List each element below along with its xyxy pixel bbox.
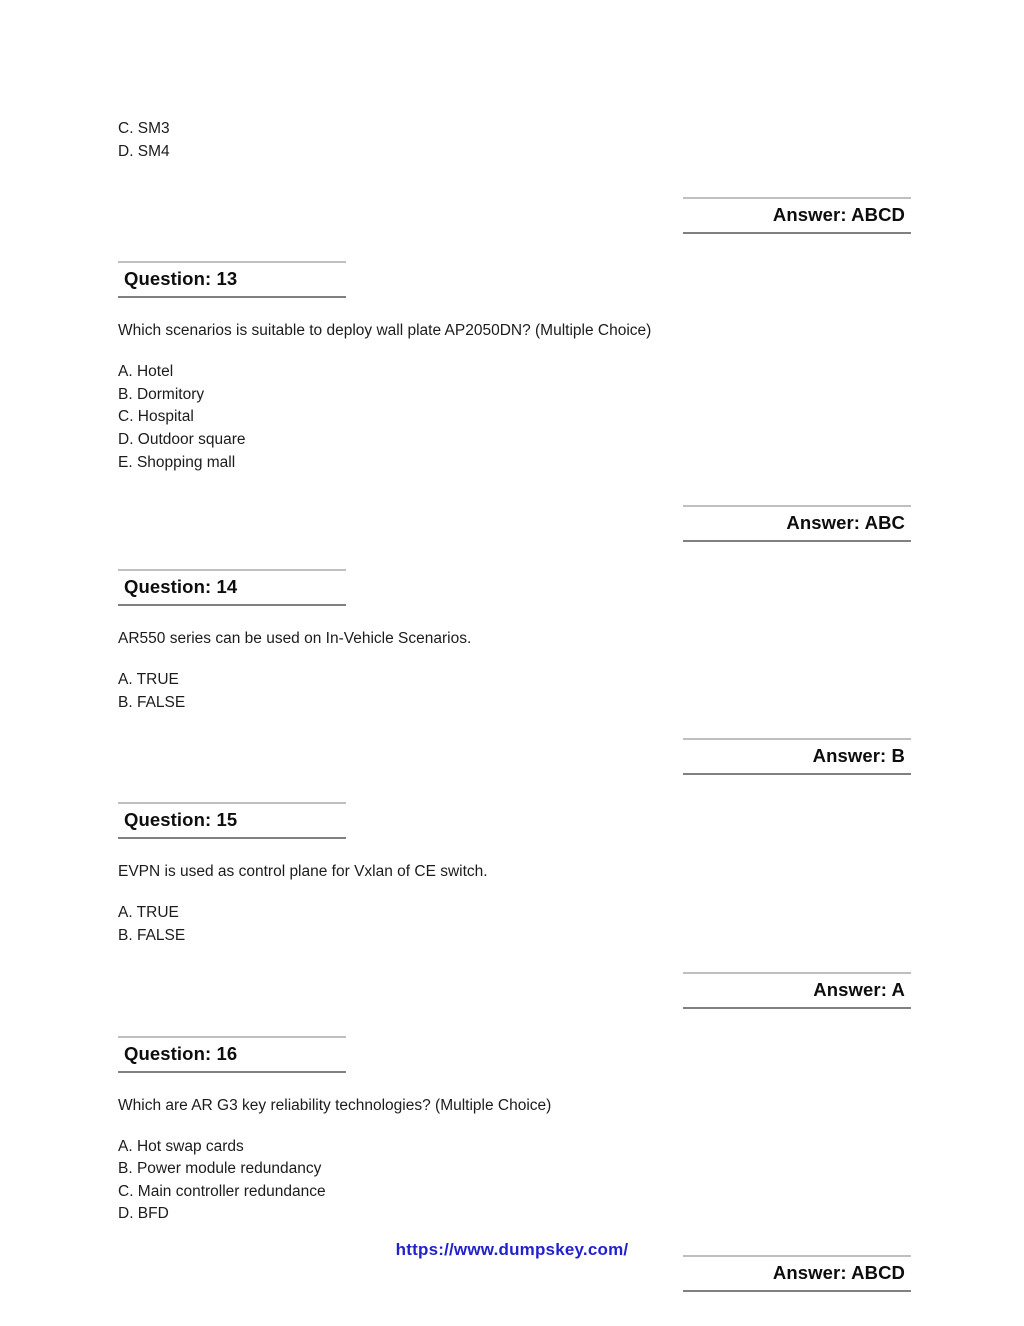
carryover-option-list: C. SM3 D. SM4: [118, 118, 911, 163]
question-prompt: Which scenarios is suitable to deploy wa…: [118, 322, 652, 340]
option-list: A. TRUE B. FALSE: [118, 669, 911, 714]
option-line: C. Main controller redundance: [118, 1182, 326, 1200]
answer-row: Answer: ABCD: [118, 197, 911, 235]
answer-row: Answer: A: [118, 971, 911, 1009]
question-prompt: AR550 series can be used on In-Vehicle S…: [118, 630, 472, 648]
option-line: A. TRUE: [118, 671, 179, 689]
option-line: B. FALSE: [118, 926, 186, 944]
answer-row: Answer: ABC: [118, 505, 911, 543]
footer-website-link[interactable]: https://www.dumpskey.com/: [396, 1240, 629, 1259]
question-prompt: Which are AR G3 key reliability technolo…: [118, 1096, 552, 1114]
option-line: A. TRUE: [118, 904, 179, 922]
question-heading: Question: 13: [118, 261, 346, 299]
option-line: D. SM4: [118, 142, 170, 160]
question-heading: Question: 14: [118, 569, 346, 607]
question-block-13: Question: 13 Which scenarios is suitable…: [118, 261, 911, 543]
answer-badge: Answer: ABCD: [683, 1254, 911, 1292]
question-block-15: Question: 15 EVPN is used as control pla…: [118, 802, 911, 1009]
option-line: B. Power module redundancy: [118, 1160, 322, 1178]
answer-badge: Answer: ABC: [683, 505, 911, 543]
question-heading: Question: 15: [118, 802, 346, 840]
option-line: D. BFD: [118, 1205, 169, 1223]
answer-badge: Answer: B: [683, 738, 911, 776]
option-line: A. Hotel: [118, 363, 174, 381]
option-line: C. SM3: [118, 120, 170, 137]
option-line: B. Dormitory: [118, 385, 205, 403]
question-prompt: EVPN is used as control plane for Vxlan …: [118, 863, 488, 881]
option-line: E. Shopping mall: [118, 453, 236, 471]
question-heading: Question: 16: [118, 1035, 346, 1073]
answer-badge: Answer: ABCD: [683, 197, 911, 235]
option-line: D. Outdoor square: [118, 430, 246, 448]
answer-row: Answer: ABCD: [118, 1254, 911, 1292]
document-page: C. SM3 D. SM4 Answer: ABCD Question: 13 …: [0, 0, 1024, 1326]
answer-badge: Answer: A: [683, 971, 911, 1009]
option-line: C. Hospital: [118, 408, 194, 426]
page-footer: https://www.dumpskey.com/: [0, 1240, 1024, 1260]
question-block-14: Question: 14 AR550 series can be used on…: [118, 569, 911, 776]
option-line: A. Hot swap cards: [118, 1137, 244, 1155]
option-list: A. Hotel B. Dormitory C. Hospital D. Out…: [118, 361, 911, 474]
answer-row: Answer: B: [118, 738, 911, 776]
option-line: B. FALSE: [118, 693, 186, 711]
option-list: A. Hot swap cards B. Power module redund…: [118, 1136, 911, 1226]
option-list: A. TRUE B. FALSE: [118, 902, 911, 947]
